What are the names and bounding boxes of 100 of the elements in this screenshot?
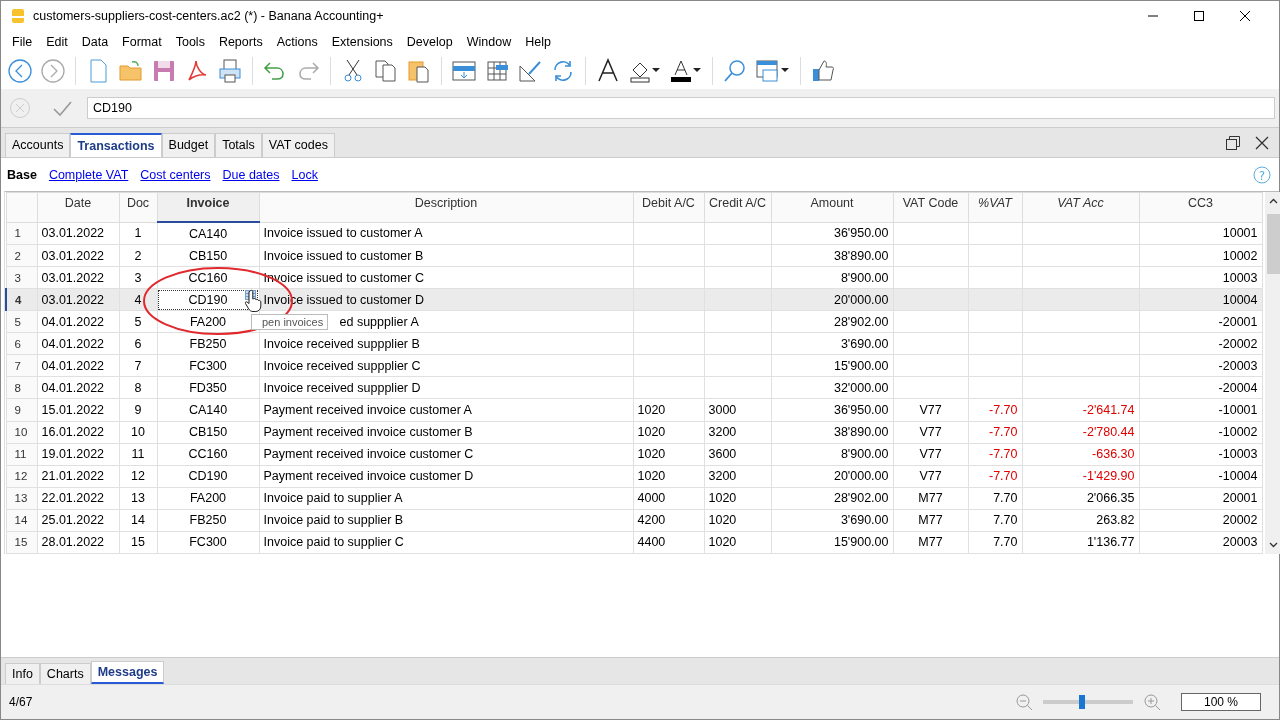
tab[interactable]: Charts [39, 663, 91, 684]
table-cell: V77 [919, 469, 942, 484]
row-number[interactable]: 9 [6, 398, 37, 421]
tab[interactable]: Info [5, 663, 40, 684]
search-icon[interactable] [722, 58, 748, 84]
paste-icon[interactable] [406, 58, 432, 84]
row-number[interactable]: 14 [6, 509, 37, 532]
scrollbar-thumb[interactable] [1266, 214, 1280, 274]
menu-item[interactable]: Actions [269, 35, 325, 49]
column-header[interactable]: VAT Acc [1022, 192, 1139, 223]
menu-item[interactable]: Extensions [324, 35, 400, 49]
row-number[interactable]: 11 [6, 443, 37, 466]
restore-icon[interactable] [1225, 134, 1241, 151]
column-header[interactable]: %VAT [968, 192, 1022, 223]
menu-item[interactable]: Format [115, 35, 169, 49]
table-cell: 16.01.2022 [41, 425, 105, 440]
back-icon[interactable] [7, 58, 33, 84]
save-icon[interactable] [151, 58, 177, 84]
tab[interactable]: Accounts [5, 133, 71, 157]
column-header[interactable]: Debit A/C [633, 192, 704, 223]
row-number[interactable]: 15 [6, 531, 37, 554]
table-cell: 8'900.00 [840, 447, 889, 462]
table-cell: Payment received invoice customer A [263, 403, 472, 417]
menu-item[interactable]: Tools [168, 35, 212, 49]
table-cell: Invoice received suppplier D [263, 380, 421, 395]
column-header[interactable]: Description [259, 192, 633, 223]
view-link[interactable]: Lock [291, 167, 318, 182]
table-cell: Invoice paid to supplier B [263, 513, 404, 528]
scroll-down-icon[interactable] [1268, 542, 1278, 548]
menu-item[interactable]: Window [459, 35, 519, 49]
font-icon[interactable] [595, 58, 621, 84]
row-number[interactable]: 13 [6, 487, 37, 510]
table-cell: M77 [918, 535, 943, 550]
table-cell: 1020 [708, 513, 737, 528]
table-cell: FA200 [189, 314, 227, 329]
view-link[interactable]: Due dates [222, 167, 280, 182]
column-header[interactable]: Date [37, 192, 119, 223]
table-cell: 3200 [708, 469, 737, 484]
close-icon[interactable] [1255, 135, 1269, 150]
table-cell: 32'000.00 [833, 380, 889, 395]
row-number[interactable]: 7 [6, 354, 37, 377]
view-link[interactable]: Cost centers [140, 167, 211, 182]
column-header[interactable]: VAT Code [893, 192, 968, 223]
zoom-out-icon[interactable] [1014, 693, 1033, 711]
table-cell: -636.30 [1092, 447, 1135, 462]
table-cell: 03.01.2022 [41, 292, 105, 307]
table-cell: 20'000.00 [833, 469, 889, 484]
table-cell: FD350 [189, 380, 227, 395]
close-icon[interactable] [1239, 10, 1251, 22]
copy-icon[interactable] [373, 58, 399, 84]
menu-item[interactable]: File [5, 35, 40, 49]
row-number[interactable]: 3 [6, 266, 37, 289]
menu-item[interactable]: Develop [399, 35, 460, 49]
row-number[interactable]: 5 [6, 310, 37, 333]
row-number[interactable]: 6 [6, 332, 37, 355]
tab[interactable]: Totals [215, 133, 262, 157]
move-row-icon[interactable] [484, 58, 510, 84]
column-header[interactable]: Invoice [157, 192, 259, 223]
print-icon[interactable] [217, 58, 243, 84]
table-cell: Invoice issued to customer B [263, 248, 424, 263]
app-logo-icon [11, 8, 25, 24]
tab[interactable]: Budget [161, 133, 216, 157]
forward-icon[interactable] [40, 58, 66, 84]
column-header[interactable]: Doc [119, 192, 157, 223]
zoom-in-icon[interactable] [1142, 693, 1161, 711]
row-number[interactable]: 2 [6, 244, 37, 267]
thumbs-up-icon[interactable] [810, 58, 836, 84]
maximize-icon[interactable] [1193, 10, 1205, 22]
table-cell: 7.70 [993, 513, 1018, 528]
folder-icon[interactable] [118, 58, 144, 84]
vertical-scrollbar[interactable] [1264, 192, 1280, 554]
row-number[interactable]: 12 [6, 465, 37, 488]
row-number[interactable]: 8 [6, 376, 37, 399]
table-cell: 21.01.2022 [41, 469, 105, 484]
tab[interactable]: Messages [90, 661, 165, 684]
row-number[interactable]: 4 [6, 288, 37, 311]
row-number[interactable]: 10 [6, 421, 37, 444]
tab[interactable]: VAT codes [261, 133, 335, 157]
table-cell: -7.70 [989, 469, 1018, 484]
tab[interactable]: Transactions [70, 133, 162, 157]
menu-item[interactable]: Help [518, 35, 558, 49]
insert-row-icon[interactable] [451, 58, 477, 84]
zoom-value[interactable]: 100 % [1180, 693, 1261, 711]
view-link[interactable]: Complete VAT [48, 167, 129, 182]
cell-edit-field[interactable]: CD190 [87, 97, 1275, 119]
menu-item[interactable]: Edit [39, 35, 75, 49]
table-cell: CB150 [188, 425, 228, 440]
table-cell: CB150 [188, 248, 228, 263]
column-header[interactable]: Credit A/C [704, 192, 771, 223]
menu-item[interactable]: Data [74, 35, 116, 49]
text-color-icon[interactable] [669, 58, 703, 84]
table-cell: 8'900.00 [840, 270, 889, 285]
column-header[interactable]: Amount [771, 192, 893, 223]
menu-item[interactable]: Reports [211, 35, 270, 49]
tooltip: pen invoices [251, 314, 329, 330]
scroll-up-icon[interactable] [1268, 198, 1278, 204]
column-header[interactable]: CC3 [1139, 192, 1262, 223]
window-icon[interactable] [755, 58, 791, 84]
row-number[interactable]: 1 [6, 222, 37, 245]
view-link[interactable]: Base [7, 167, 37, 182]
